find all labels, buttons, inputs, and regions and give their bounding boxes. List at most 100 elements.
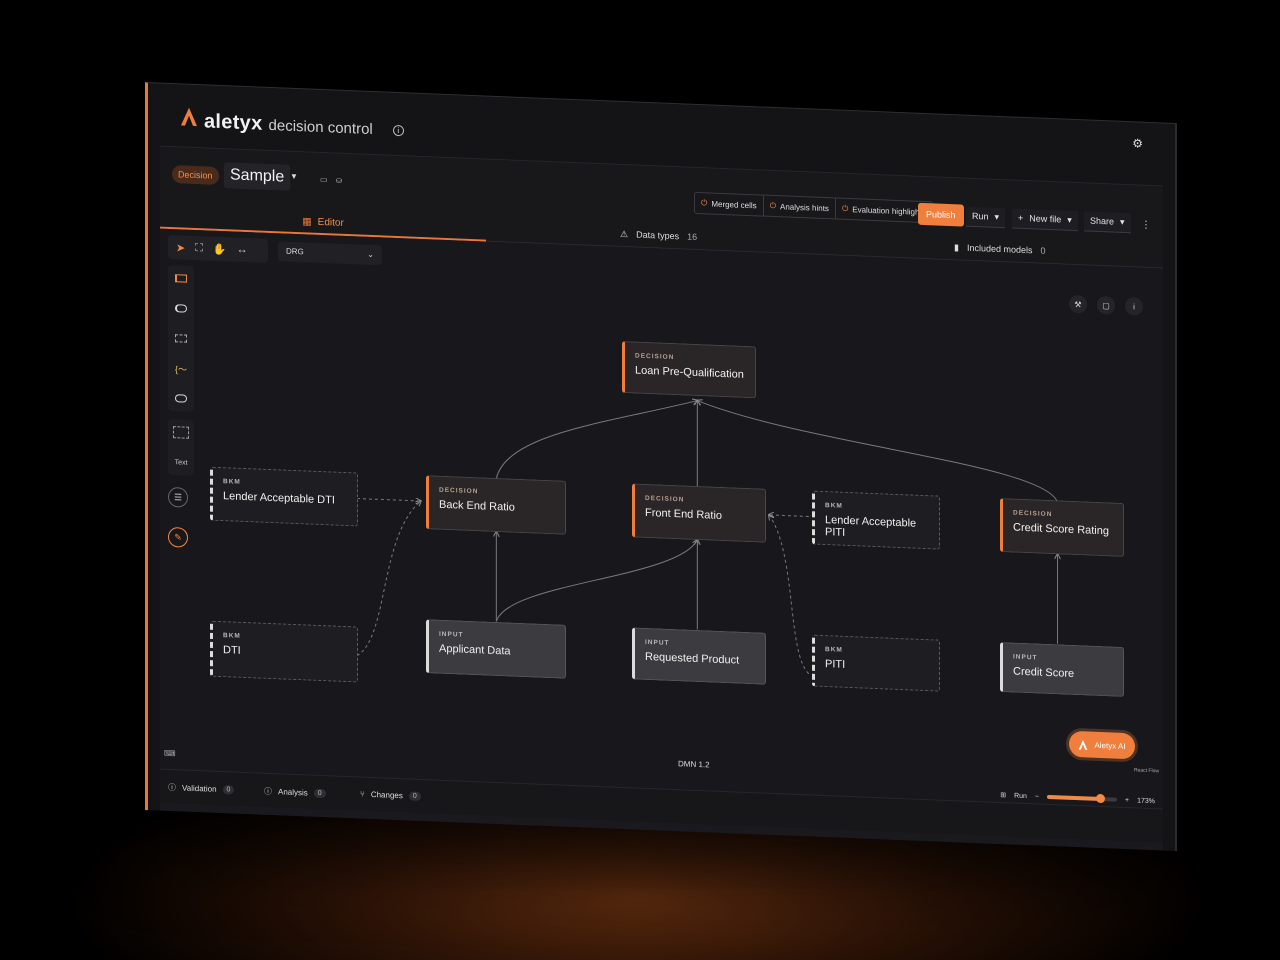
data-types-icon: ⚠ — [620, 228, 629, 240]
node-kind: INPUT — [439, 630, 464, 639]
info-icon: ⓘ — [264, 786, 272, 797]
analysis-label: Analysis — [278, 787, 308, 798]
publish-button[interactable]: Publish — [918, 202, 964, 227]
new-file-button[interactable]: + New file ▾ — [1012, 208, 1078, 232]
pan-hand-icon[interactable]: ✋ — [213, 242, 227, 256]
chevron-down-icon: ▾ — [1120, 216, 1125, 227]
zoom-out-icon[interactable]: − — [1035, 793, 1039, 800]
header-icons: ▭ ⛀ — [320, 175, 342, 185]
scene-background: aletyx decision control i ⚙ Decision Sam… — [0, 0, 1280, 960]
ai-button-label: Aletyx AI — [1094, 740, 1126, 751]
analysis-count: 0 — [313, 788, 326, 799]
more-options-icon[interactable]: ⋮ — [1141, 220, 1151, 231]
node-kind: BKM — [223, 478, 241, 486]
node-dti[interactable]: BKM DTI — [210, 620, 358, 683]
data-types-label: Data types — [636, 229, 680, 242]
edge-lender-piti-to-front-end — [769, 515, 809, 517]
power-icon: ⏻ — [701, 198, 708, 208]
node-name: Loan Pre-Qualification — [635, 364, 744, 381]
table-icon: ⊞ — [1000, 792, 1007, 800]
monitor-icon[interactable]: ▭ — [320, 175, 328, 184]
fit-view-icon[interactable]: ⛶ — [195, 241, 203, 254]
palette-knowledge-source[interactable]: {〜 — [171, 359, 191, 378]
node-name: Credit Score Rating — [1013, 521, 1109, 538]
palette-decision[interactable] — [171, 269, 191, 288]
bkm-node-icon — [175, 334, 187, 343]
tab-data-types[interactable]: ⚠ Data types 16 — [620, 229, 697, 243]
palette-decision-service[interactable] — [171, 389, 191, 408]
chevron-down-icon: ▾ — [994, 211, 1000, 222]
node-kind: DECISION — [645, 494, 685, 504]
resize-horizontal-icon[interactable]: ↔ — [237, 244, 248, 256]
node-kind: INPUT — [1013, 653, 1038, 662]
node-credit-score-rating[interactable]: DECISION Credit Score Rating — [1000, 498, 1124, 557]
run-status-label[interactable]: Run — [1014, 792, 1027, 800]
grid-icon: ▦ — [302, 216, 312, 228]
menu-icon[interactable]: ☰ — [168, 486, 188, 508]
toggle-merged-cells[interactable]: ⏻ Merged cells — [695, 192, 764, 216]
palette-input[interactable] — [171, 299, 191, 318]
keyboard-icon[interactable]: ⌨ — [164, 749, 176, 758]
input-node-icon — [175, 304, 187, 313]
view-select-value: DRG — [286, 246, 304, 257]
node-requested-product[interactable]: INPUT Requested Product — [632, 627, 766, 685]
edge-dti-to-back-end — [356, 498, 421, 657]
dmn-version: DMN 1.2 — [678, 759, 710, 770]
node-applicant-data[interactable]: INPUT Applicant Data — [426, 619, 566, 679]
aletyx-logo-icon — [1079, 739, 1088, 750]
run-button[interactable]: Run ▾ — [966, 206, 1006, 229]
palette-group[interactable] — [171, 423, 191, 442]
zoom-slider-fill — [1047, 794, 1100, 801]
view-select[interactable]: DRG ⌄ — [278, 241, 382, 266]
react-flow-attribution[interactable]: React Flow — [1134, 767, 1159, 774]
aletyx-ai-button[interactable]: Aletyx AI — [1069, 730, 1135, 760]
chevron-down-icon: ▾ — [1067, 214, 1072, 225]
toggle-analysis-hints[interactable]: ⏻ Analysis hints — [763, 195, 836, 219]
group-icon — [173, 426, 189, 439]
share-button[interactable]: Share ▾ — [1084, 211, 1131, 234]
node-loan-pre-qualification[interactable]: DECISION Loan Pre-Qualification — [622, 340, 756, 399]
zoom-slider[interactable] — [1047, 793, 1117, 804]
status-analysis[interactable]: ⓘ Analysis 0 — [264, 786, 326, 799]
node-piti[interactable]: BKM PITI — [812, 634, 940, 692]
node-lender-acceptable-piti[interactable]: BKM Lender Acceptable PITI — [812, 490, 940, 550]
chevron-down-icon[interactable]: ▼ — [290, 172, 298, 181]
status-changes[interactable]: ⑂ Changes 0 — [360, 790, 421, 801]
overlay-icon[interactable]: ▢ — [1097, 295, 1115, 315]
included-models-label: Included models — [966, 242, 1033, 256]
decision-node-icon — [175, 274, 187, 283]
status-validation[interactable]: ⓘ Validation 0 — [168, 782, 235, 796]
view-toggles: ⏻ Merged cells ⏻ Analysis hints ⏻ Evalua… — [694, 191, 933, 224]
text-annotation-label: Text — [174, 458, 188, 467]
palette-bkm[interactable] — [171, 329, 191, 348]
drive-icon[interactable]: ⛀ — [336, 176, 343, 185]
zoom-in-icon[interactable]: + — [1125, 797, 1129, 804]
decision-badge: Decision — [172, 165, 219, 185]
gear-icon[interactable]: ⚙ — [1132, 136, 1143, 150]
node-name: Credit Score — [1013, 665, 1075, 680]
node-front-end-ratio[interactable]: DECISION Front End Ratio — [632, 483, 766, 543]
data-types-count: 16 — [687, 231, 698, 242]
info-icon: ⓘ — [168, 782, 176, 793]
tab-included-models[interactable]: ▮ Included models 0 — [954, 242, 1046, 257]
palette-text[interactable]: Text — [171, 453, 191, 472]
info-icon[interactable]: i — [1125, 297, 1143, 316]
wrench-icon[interactable]: ⚒ — [1069, 294, 1087, 314]
zoom-slider-handle[interactable] — [1095, 793, 1105, 804]
share-label: Share — [1090, 215, 1115, 227]
aletyx-logo-icon — [180, 106, 198, 127]
node-kind: DECISION — [1013, 509, 1053, 519]
pointer-icon[interactable]: ➤ — [176, 241, 185, 254]
chevron-down-icon: ⌄ — [367, 249, 374, 260]
edge-piti-to-front-end — [769, 515, 810, 675]
info-icon[interactable]: i — [392, 124, 404, 137]
canvas-tools: ➤ ⛶ ✋ ↔ — [168, 234, 268, 263]
magic-wand-icon[interactable]: ✎ — [168, 526, 188, 548]
edge-applicant-to-front-end — [495, 532, 697, 622]
edge-lender-dti-to-back-end — [357, 498, 421, 501]
drg-canvas[interactable]: ➤ ⛶ ✋ ↔ DRG ⌄ {〜 Text ☰ ✎ ⚒ ▢ i DECISION… — [160, 228, 1163, 809]
node-back-end-ratio[interactable]: DECISION Back End Ratio — [426, 475, 566, 535]
model-title[interactable]: Sample — [224, 162, 291, 191]
node-lender-acceptable-dti[interactable]: BKM Lender Acceptable DTI — [210, 466, 358, 527]
node-credit-score[interactable]: INPUT Credit Score — [1000, 642, 1124, 697]
